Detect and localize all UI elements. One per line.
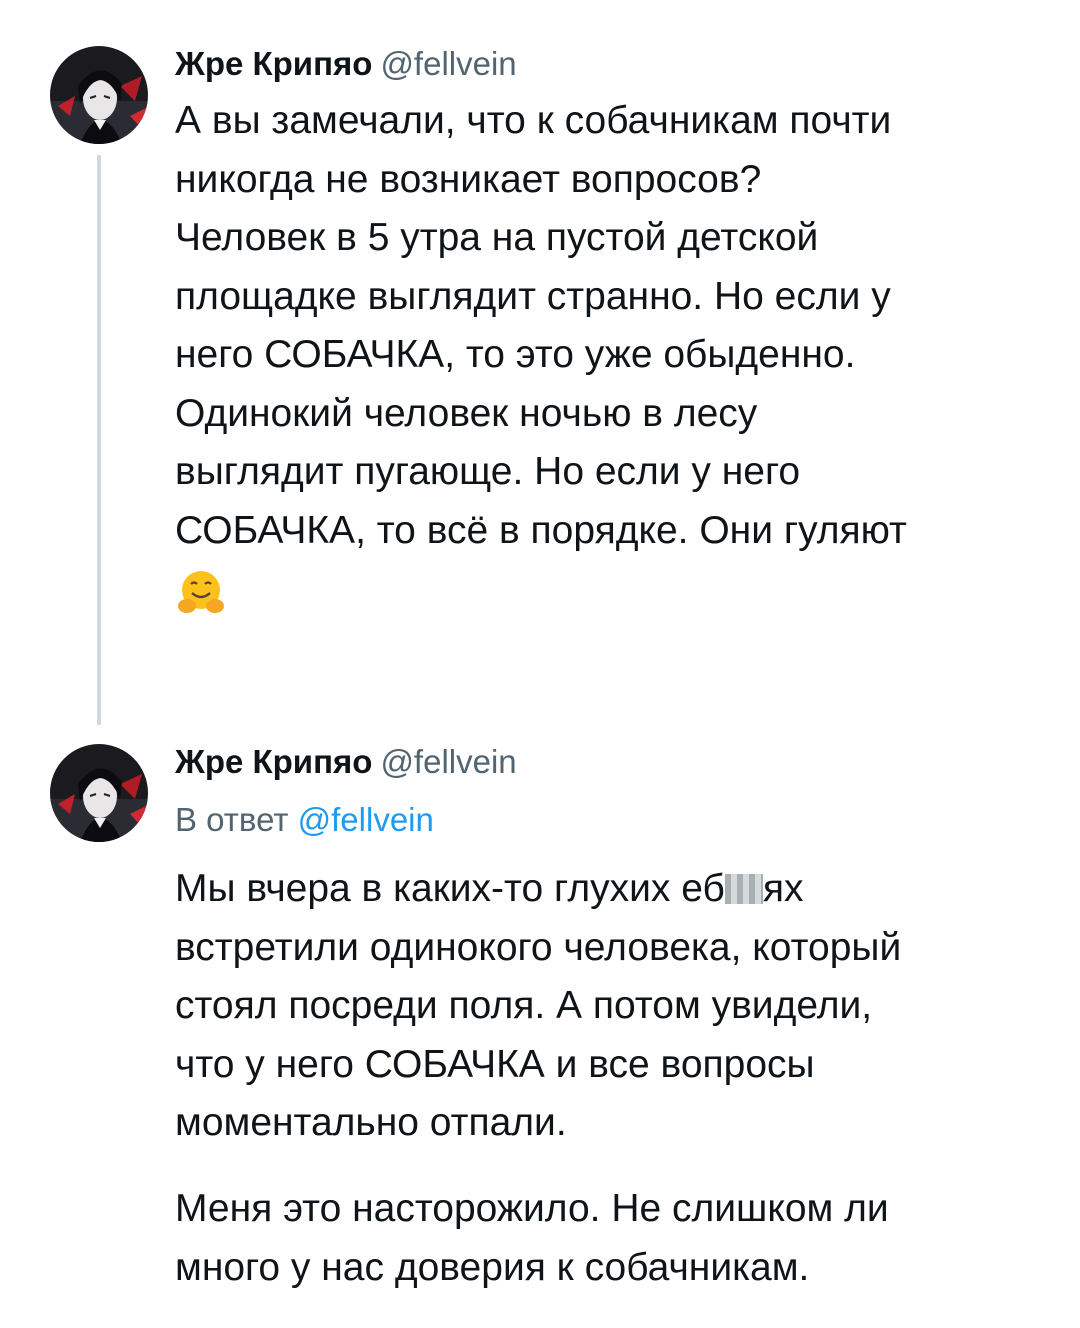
tweet-1: Жре Крипяо @fellvein А вы замечали, что к…	[0, 0, 1080, 730]
tweet-text-rest: встретили одинокого человека, который ст…	[175, 925, 902, 1145]
tweet-text-paragraph-2: Меня это насторожило. Не слишком ли мног…	[175, 1187, 889, 1289]
thread-connector-line	[97, 155, 101, 725]
author-name[interactable]: Жре Крипяо	[175, 743, 372, 780]
avatar[interactable]	[50, 744, 148, 842]
tweet-text: А вы замечали, что к собачникам почти ни…	[175, 99, 907, 552]
avatar-image	[50, 46, 148, 144]
reply-prefix: В ответ	[175, 801, 289, 838]
tweet-header: Жре Крипяо @fellvein	[175, 742, 517, 782]
hugging-face-emoji	[178, 571, 224, 613]
tweet-header: Жре Крипяо @fellvein	[175, 44, 517, 84]
author-name[interactable]: Жре Крипяо	[175, 45, 372, 82]
author-handle[interactable]: @fellvein	[380, 45, 516, 82]
censor-blur	[724, 874, 763, 904]
tweet-text-line1-end: ях	[762, 867, 804, 910]
tweet-text: Мы вчера в каких-то глухих еб ях встретил…	[175, 860, 1055, 1153]
tweet-text-line1-start: Мы вчера в каких-то глухих еб	[175, 867, 725, 910]
tweet-2: Жре Крипяо @fellvein В ответ @fellvein Мы…	[0, 730, 1080, 1328]
avatar[interactable]	[50, 46, 148, 144]
author-handle[interactable]: @fellvein	[380, 743, 516, 780]
reply-context: В ответ @fellvein	[175, 800, 434, 840]
avatar-image	[50, 744, 148, 842]
reply-mention-link[interactable]: @fellvein	[298, 801, 434, 838]
